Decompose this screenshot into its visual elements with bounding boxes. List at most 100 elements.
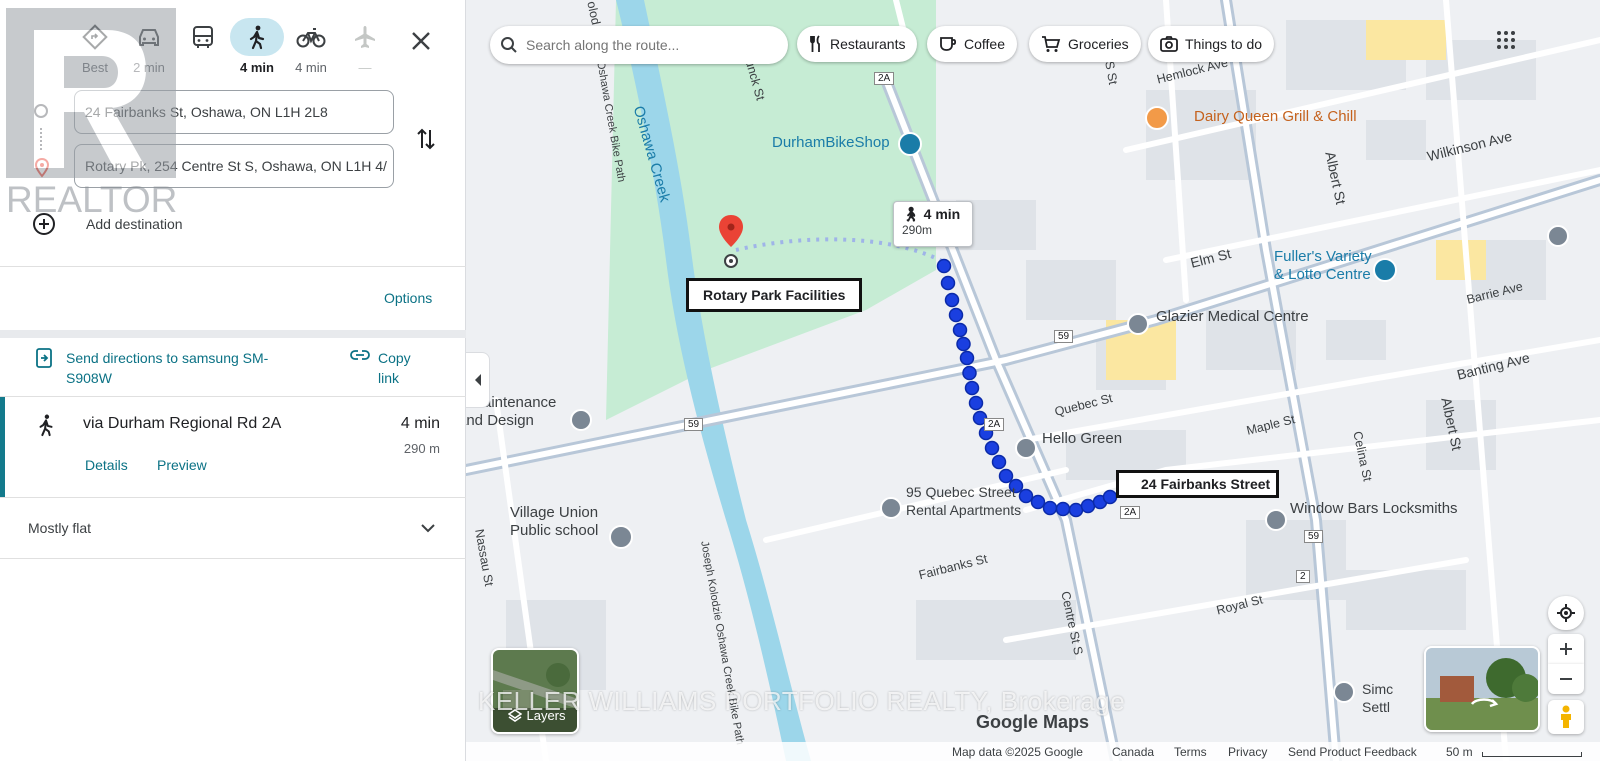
elevation-row[interactable]: Mostly flat <box>0 498 466 558</box>
layers-icon <box>508 708 523 722</box>
chip-groceries[interactable]: Groceries <box>1029 26 1141 62</box>
camera-icon <box>1160 36 1178 52</box>
options-button[interactable]: Options <box>384 290 432 306</box>
my-location-button[interactable] <box>1548 596 1584 630</box>
send-to-phone-label: Send directions to samsung SM-S908W <box>66 350 269 386</box>
search-input[interactable] <box>526 37 766 53</box>
road-shield: 2A <box>984 418 1005 431</box>
mode-flight[interactable]: — <box>342 18 388 75</box>
mode-best[interactable]: Best <box>72 18 118 75</box>
cart-icon <box>1042 36 1061 52</box>
route-time-bubble[interactable]: 🚶︎ 4 min 290m <box>893 201 973 247</box>
poi-95-quebec-line1: 95 Quebec Street <box>906 484 1016 500</box>
route-dot <box>944 292 960 308</box>
route-dot <box>956 336 971 352</box>
layers-button[interactable]: Layers <box>491 648 579 734</box>
poi-village-union[interactable]: Village Union Public school <box>510 504 598 540</box>
route-dot <box>968 395 984 411</box>
bubble-time-text: 4 min <box>923 206 961 222</box>
poi-dairy-queen[interactable]: Dairy Queen Grill & Chill <box>1194 108 1357 125</box>
route-dot <box>959 350 975 366</box>
map-data-text: Map data ©2025 Google <box>952 745 1083 759</box>
street-view-thumbnail[interactable] <box>1424 646 1540 732</box>
poi-hello-green[interactable]: Hello Green <box>1042 430 1122 447</box>
route-duration: 4 min <box>400 415 440 432</box>
route-dot <box>962 365 977 381</box>
zoom-out-button[interactable] <box>1548 664 1584 694</box>
preview-link[interactable]: Preview <box>157 457 207 473</box>
route-dot <box>948 307 964 323</box>
pegman-button[interactable] <box>1548 700 1584 734</box>
collapse-panel-button[interactable] <box>466 352 490 408</box>
feedback-link[interactable]: Send Product Feedback <box>1288 745 1417 759</box>
poi-window-bars[interactable]: Window Bars Locksmiths <box>1290 500 1458 517</box>
fork-knife-icon <box>810 35 820 52</box>
close-icon[interactable] <box>406 26 436 56</box>
best-route-icon <box>72 18 118 56</box>
road-shield: 59 <box>1304 530 1324 543</box>
apps-grid-icon[interactable] <box>1496 30 1516 55</box>
destination-pin-icon <box>34 157 50 183</box>
poi-fullers-variety[interactable]: Fuller's Variety & Lotto Centre <box>1274 248 1372 284</box>
mode-walk[interactable]: 4 min <box>230 18 284 75</box>
layers-label: Layers <box>526 708 566 723</box>
chip-coffee[interactable]: Coffee <box>927 26 1017 62</box>
poi-fullers-line1: Fuller's Variety <box>1274 248 1372 265</box>
walk-icon <box>230 18 284 56</box>
search-along-route[interactable] <box>490 26 788 64</box>
mode-transit[interactable] <box>180 18 226 75</box>
copy-link-button[interactable]: Copy link <box>350 348 428 388</box>
chip-things-to-do[interactable]: Things to do <box>1148 26 1275 62</box>
minus-icon <box>1560 678 1572 680</box>
origin-callout: 24 Fairbanks Street <box>1116 470 1280 498</box>
pegman-icon <box>1561 705 1571 728</box>
poi-fullers-line2: & Lotto Centre <box>1274 266 1371 283</box>
route-dot <box>1042 500 1058 516</box>
chip-restaurants[interactable]: Restaurants <box>797 26 918 62</box>
route-dot <box>1030 494 1046 510</box>
privacy-link[interactable]: Privacy <box>1228 745 1267 759</box>
swap-icon[interactable] <box>414 126 438 157</box>
scale-label[interactable]: 50 m <box>1446 745 1473 759</box>
add-destination-button[interactable]: Add destination <box>32 212 183 236</box>
mode-drive[interactable]: 2 min <box>126 18 172 75</box>
route-option-card[interactable]: via Durham Regional Rd 2A 4 min 290 m De… <box>0 397 466 497</box>
mode-cycle[interactable]: 4 min <box>288 18 334 75</box>
poi-glazier-medical[interactable]: Glazier Medical Centre <box>1156 308 1309 325</box>
details-link[interactable]: Details <box>85 457 128 473</box>
road-shield: 59 <box>1054 330 1074 343</box>
poi-95-quebec[interactable]: 95 Quebec Street Rental Apartments <box>906 483 1021 519</box>
route-connector <box>40 128 42 150</box>
destination-field[interactable]: Rotary Pk, 254 Centre St S, Oshawa, ON L… <box>74 144 394 188</box>
send-to-device-icon <box>36 348 52 368</box>
elevation-text: Mostly flat <box>28 520 92 536</box>
google-maps-logo: Google Maps <box>976 712 1090 732</box>
road-shield: 2A <box>1120 506 1141 519</box>
poi-durham-bike-shop[interactable]: DurhamBikeShop <box>772 134 890 151</box>
mode-best-label: Best <box>81 60 108 75</box>
divider <box>0 266 466 267</box>
road-shield: 59 <box>684 418 704 431</box>
route-dot <box>1068 502 1084 518</box>
street-view-image <box>1426 648 1538 730</box>
chip-label: Things to do <box>1185 36 1263 52</box>
send-to-phone-button[interactable]: Send directions to samsung SM-S908W <box>36 348 296 388</box>
poi-simcoe[interactable]: Simc Settl <box>1362 680 1393 716</box>
origin-field[interactable]: 24 Fairbanks St, Oshawa, ON L1H 2L8 <box>74 90 394 134</box>
route-dot <box>936 258 952 274</box>
add-circle-icon <box>33 213 55 235</box>
road-shield: 2 <box>1296 570 1310 583</box>
terms-link[interactable]: Terms <box>1174 745 1207 759</box>
bubble-distance: 290m <box>902 223 933 237</box>
poi-simc-line2: Settl <box>1362 699 1391 715</box>
mode-flight-label: — <box>358 60 372 75</box>
poi-village-line2: Public school <box>510 522 599 539</box>
route-dot <box>1102 489 1118 505</box>
zoom-in-button[interactable] <box>1548 634 1584 664</box>
section-band <box>0 330 466 338</box>
country-link[interactable]: Canada <box>1112 745 1154 759</box>
share-row: Send directions to samsung SM-S908W Copy… <box>0 346 466 396</box>
chevron-left-icon <box>474 374 481 386</box>
search-icon <box>501 37 517 53</box>
chip-label: Coffee <box>964 36 1005 52</box>
